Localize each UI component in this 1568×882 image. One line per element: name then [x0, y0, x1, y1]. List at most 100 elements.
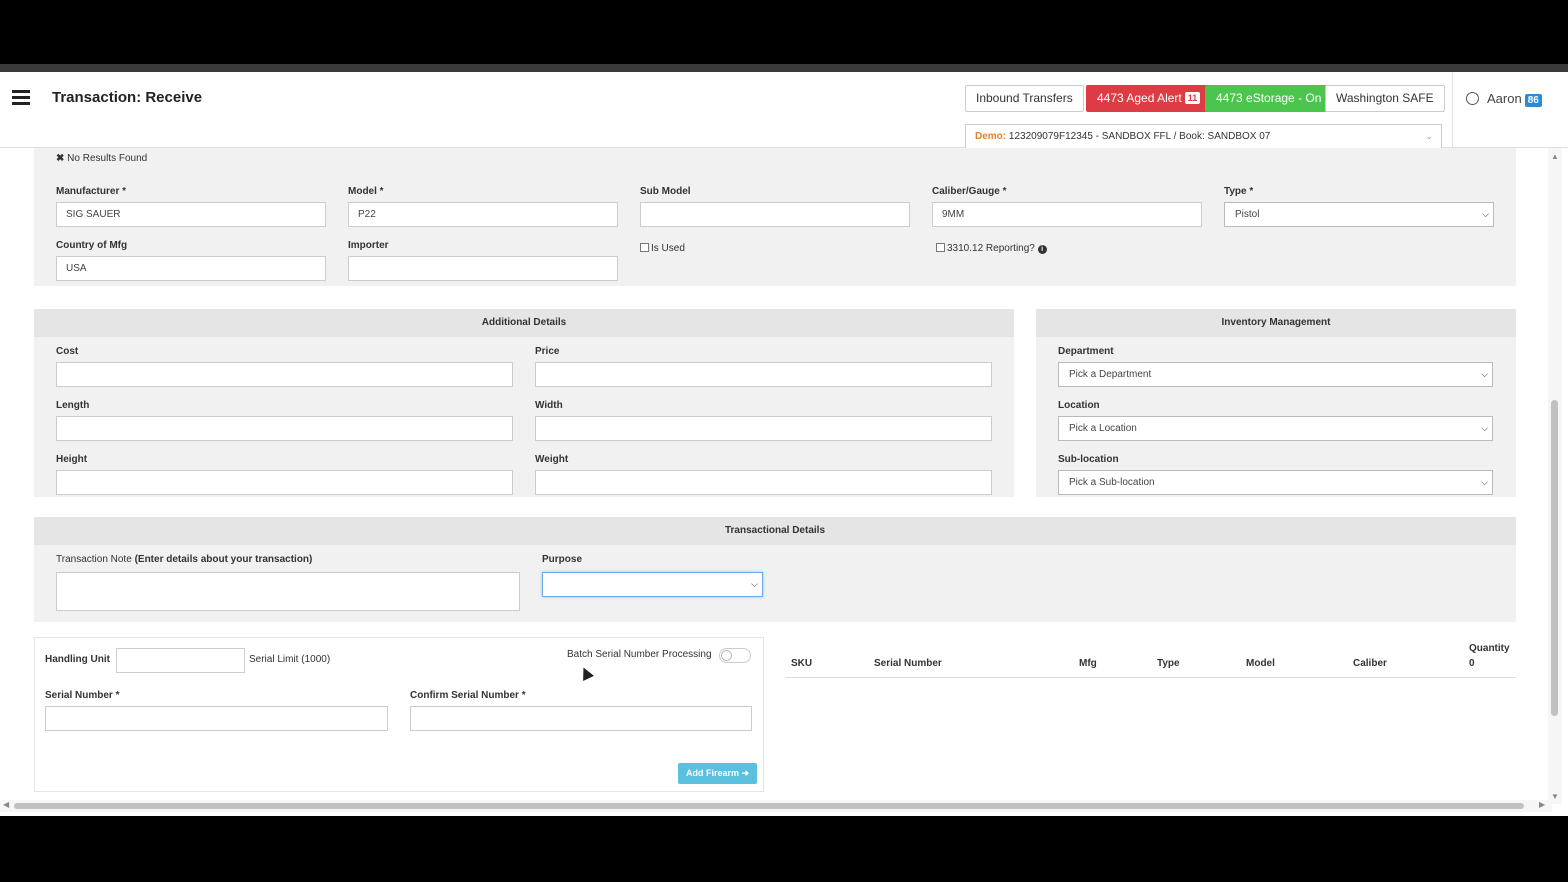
purpose-select[interactable]: ⌵	[542, 572, 763, 597]
cost-label: Cost	[56, 346, 79, 357]
search-status: ✖ No Results Found	[56, 153, 147, 164]
price-input[interactable]	[535, 362, 992, 387]
scroll-down-icon[interactable]: ▼	[1551, 792, 1559, 801]
aged-alert-count: 11	[1184, 92, 1201, 104]
sublocation-label: Sub-location	[1058, 454, 1119, 465]
inbound-transfers-button[interactable]: Inbound Transfers	[965, 85, 1084, 112]
col-quantity: Quantity	[1469, 643, 1510, 654]
scroll-up-icon[interactable]: ▲	[1551, 152, 1559, 161]
length-label: Length	[56, 400, 90, 411]
purpose-label: Purpose	[542, 554, 583, 565]
sublocation-placeholder: Pick a Sub-location	[1069, 477, 1155, 488]
height-label: Height	[56, 454, 88, 465]
width-label: Width	[535, 400, 563, 411]
close-icon: ✖	[56, 153, 65, 164]
department-label: Department	[1058, 346, 1114, 357]
weight-label: Weight	[535, 454, 569, 465]
length-input[interactable]	[56, 416, 513, 441]
width-input[interactable]	[535, 416, 992, 441]
aged-alert-button[interactable]: 4473 Aged Alert 11	[1086, 85, 1212, 112]
importer-label: Importer	[348, 240, 389, 251]
sub-model-label: Sub Model	[640, 186, 691, 197]
reporting-checkbox[interactable]: 3310.12 Reporting? i	[936, 243, 1047, 254]
transaction-note-textarea[interactable]	[56, 572, 520, 611]
user-menu[interactable]: Aaron 86	[1466, 91, 1542, 107]
height-input[interactable]	[56, 470, 513, 495]
manufacturer-input[interactable]: SIG SAUER	[56, 202, 326, 227]
book-value: 123209079F12345 - SANDBOX FFL / Book: SA…	[1008, 131, 1271, 142]
horizontal-scrollbar[interactable]: ◀ ▶	[0, 800, 1552, 812]
manufacturer-label: Manufacturer *	[56, 186, 127, 197]
top-strip	[0, 64, 1568, 72]
serial-number-input[interactable]	[45, 706, 388, 731]
note-label-text: Transaction Note	[56, 554, 132, 565]
cost-input[interactable]	[56, 362, 513, 387]
department-placeholder: Pick a Department	[1069, 369, 1152, 380]
scroll-left-icon[interactable]: ◀	[3, 800, 9, 809]
col-type: Type	[1157, 658, 1180, 669]
sub-model-input[interactable]	[640, 202, 910, 227]
chevron-down-icon: ⌵	[751, 579, 758, 589]
chevron-down-icon: ⌵	[1482, 209, 1489, 219]
location-select[interactable]: Pick a Location ⌵	[1058, 416, 1493, 441]
importer-input[interactable]	[348, 256, 618, 281]
arrow-right-icon: ➜	[741, 768, 750, 778]
batch-toggle[interactable]	[719, 648, 751, 663]
department-select[interactable]: Pick a Department ⌵	[1058, 362, 1493, 387]
transactional-title: Transactional Details	[34, 517, 1516, 545]
chevron-down-icon: ⌵	[1481, 423, 1488, 433]
model-input[interactable]: P22	[348, 202, 618, 227]
note-hint: (Enter details about your transaction)	[134, 554, 313, 565]
caliber-input[interactable]: 9MM	[932, 202, 1202, 227]
inventory-title: Inventory Management	[1036, 309, 1516, 337]
toggle-knob	[721, 650, 732, 661]
col-caliber: Caliber	[1353, 658, 1387, 669]
price-label: Price	[535, 346, 560, 357]
state-button[interactable]: Washington SAFE	[1325, 85, 1445, 112]
serial-number-label: Serial Number *	[45, 690, 120, 701]
estorage-button[interactable]: 4473 eStorage - On	[1205, 85, 1333, 112]
type-value: Pistol	[1235, 209, 1260, 220]
page-title: Transaction: Receive	[52, 89, 203, 106]
vertical-scrollbar[interactable]: ▲ ▼	[1548, 148, 1562, 804]
batch-label: Batch Serial Number Processing	[567, 649, 712, 660]
aged-alert-label: 4473 Aged Alert	[1097, 91, 1182, 105]
weight-input[interactable]	[535, 470, 992, 495]
handling-unit-input[interactable]	[116, 648, 245, 673]
col-serial: Serial Number	[874, 658, 942, 669]
info-icon[interactable]: i	[1037, 245, 1047, 254]
country-label: Country of Mfg	[56, 240, 128, 251]
main-content: ✖ No Results Found Manufacturer * SIG SA…	[0, 148, 1548, 804]
note-label: Transaction Note (Enter details about yo…	[56, 554, 312, 565]
app-window: Transaction: Receive Inbound Transfers 4…	[0, 64, 1568, 816]
col-model: Model	[1246, 658, 1275, 669]
reporting-label: 3310.12 Reporting?	[947, 243, 1035, 254]
col-mfg: Mfg	[1079, 658, 1097, 669]
chevron-down-icon: ⌵	[1481, 477, 1488, 487]
scrollbar-thumb[interactable]	[14, 803, 1524, 809]
scroll-right-icon[interactable]: ▶	[1539, 800, 1545, 809]
checkbox-icon	[640, 243, 649, 252]
add-firearm-label: Add Firearm	[686, 768, 740, 778]
serial-limit-label: Serial Limit (1000)	[249, 654, 331, 665]
user-badge: 86	[1524, 94, 1542, 107]
confirm-serial-label: Confirm Serial Number *	[410, 690, 526, 701]
table-header-divider	[785, 677, 1516, 678]
type-select[interactable]: Pistol ⌵	[1224, 202, 1494, 227]
additional-details-panel	[34, 309, 1014, 497]
country-input[interactable]: USA	[56, 256, 326, 281]
app-header: Transaction: Receive Inbound Transfers 4…	[0, 72, 1568, 149]
add-firearm-button[interactable]: Add Firearm ➜	[678, 763, 758, 784]
location-placeholder: Pick a Location	[1069, 423, 1137, 434]
additional-details-title: Additional Details	[34, 309, 1014, 337]
book-select[interactable]: Demo: 123209079F12345 - SANDBOX FFL / Bo…	[965, 124, 1442, 149]
menu-icon[interactable]	[12, 90, 30, 105]
chevron-down-icon: ⌄	[1425, 131, 1433, 141]
user-icon	[1466, 92, 1479, 105]
caliber-label: Caliber/Gauge *	[932, 186, 1007, 197]
inventory-panel	[1036, 309, 1516, 497]
scrollbar-thumb[interactable]	[1551, 400, 1558, 716]
confirm-serial-input[interactable]	[410, 706, 752, 731]
sublocation-select[interactable]: Pick a Sub-location ⌵	[1058, 470, 1493, 495]
is-used-checkbox[interactable]: Is Used	[640, 243, 685, 254]
